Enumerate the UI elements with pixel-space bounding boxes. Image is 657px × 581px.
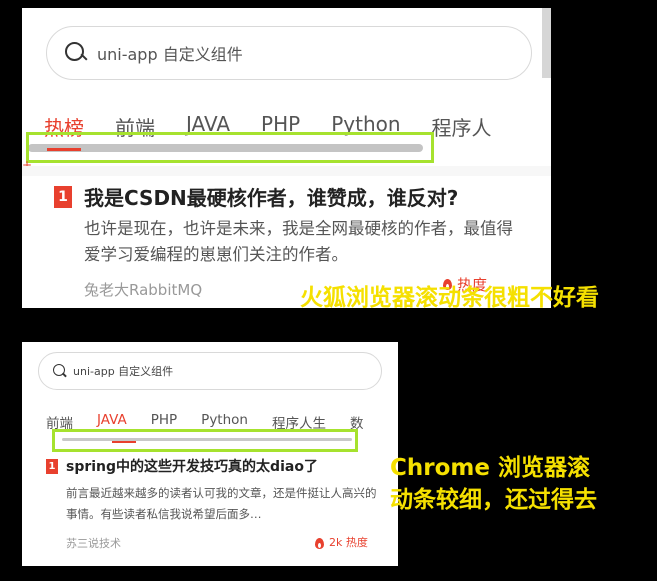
article-title[interactable]: 我是CSDN最硬核作者，谁赞成，谁反对? bbox=[84, 182, 458, 211]
article-description: 也许是现在，也许是未来，我是全网最硬核的作者，最值得爱学习爱编程的崽崽们关注的作… bbox=[84, 219, 513, 264]
vertical-scrollbar[interactable] bbox=[542, 8, 551, 78]
firefox-screenshot: uni-app 自定义组件 热榜 前端 JAVA PHP Python 程序人 … bbox=[22, 8, 551, 308]
rank-badge: 1 bbox=[54, 186, 72, 208]
highlight-box bbox=[26, 132, 434, 163]
article-author[interactable]: 苏三说技术 bbox=[66, 535, 121, 551]
flame-icon bbox=[314, 536, 324, 549]
chrome-annotation: Chrome 浏览器滚动条较细，还过得去 bbox=[390, 455, 597, 513]
tab-programmer[interactable]: 程序人 bbox=[432, 112, 492, 141]
firefox-annotation: 火狐浏览器滚动条很粗不好看 bbox=[300, 285, 599, 311]
search-placeholder: uni-app 自定义组件 bbox=[73, 365, 174, 378]
search-input[interactable]: uni-app 自定义组件 bbox=[46, 26, 532, 80]
article-author[interactable]: 兔老大RabbitMQ bbox=[84, 279, 202, 300]
search-icon bbox=[53, 364, 67, 378]
search-placeholder: uni-app 自定义组件 bbox=[97, 45, 243, 64]
hot-text: 2k 热度 bbox=[329, 536, 368, 549]
highlight-box bbox=[52, 429, 358, 452]
search-input[interactable]: uni-app 自定义组件 bbox=[38, 352, 382, 390]
chrome-screenshot: uni-app 自定义组件 前端 JAVA PHP Python 程序人生 数 … bbox=[22, 342, 398, 566]
search-icon bbox=[65, 42, 87, 64]
rank-badge: 1 bbox=[46, 459, 58, 474]
article-title[interactable]: spring中的这些开发技巧真的太diao了 bbox=[66, 456, 318, 476]
article-description: 前言最近越来越多的读者认可我的文章，还是件挺让人高兴的事情。有些读者私信我说希望… bbox=[66, 486, 377, 521]
hot-label: 2k 热度 bbox=[314, 534, 368, 550]
